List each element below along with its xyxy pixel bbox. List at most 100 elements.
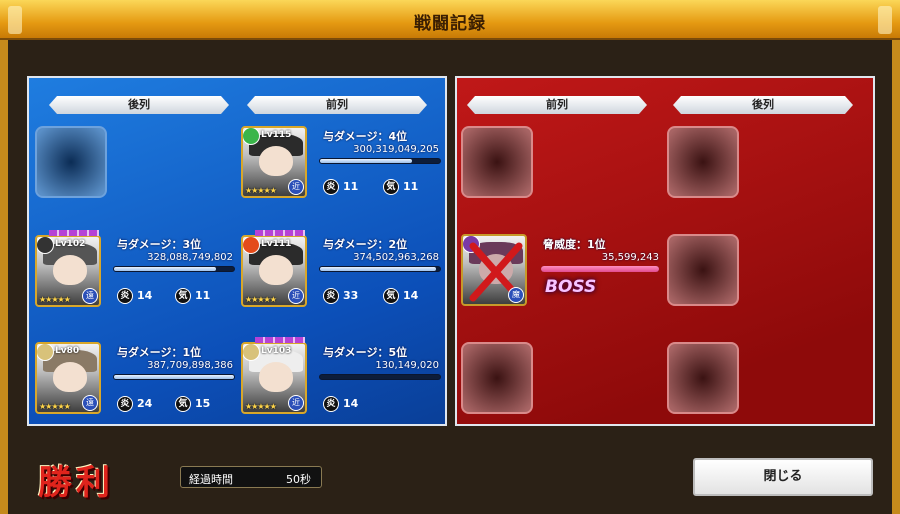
close-button[interactable]: 閉じる — [693, 458, 873, 496]
damage-value: 387,709,898,386 — [147, 360, 233, 371]
stat-flame: 炎 33 — [323, 288, 358, 304]
fire-element-icon — [243, 237, 260, 254]
rarity-stars: ★★★★★ — [245, 402, 277, 411]
stat-spirit: 気 14 — [383, 288, 418, 304]
damage-value: 130,149,020 — [375, 360, 439, 371]
damage-value: 328,088,749,802 — [147, 252, 233, 263]
ally-unit-portrait[interactable]: Lv80 ★★★★★ 遠 — [35, 342, 101, 414]
damage-rank: 与ダメージ：3位 — [117, 238, 202, 251]
title-bar: 戦闘記録 — [0, 0, 900, 40]
elapsed-time-label: 経過時間 — [189, 473, 233, 486]
role-badge: 近 — [288, 395, 304, 411]
battle-record-screen: 戦闘記録 後列 前列 Lv115 ★★★★★ 近 与ダメージ：4位 300,31… — [0, 0, 900, 514]
threat-bar-fill — [541, 266, 659, 272]
threat-value: 35,599,243 — [601, 252, 659, 263]
damage-bar-fill — [114, 267, 216, 271]
stat-spirit-value: 11 — [195, 289, 211, 302]
stat-flame-value: 24 — [137, 397, 153, 410]
dark-element-icon — [37, 237, 54, 254]
rarity-stars: ★★★★★ — [245, 186, 277, 195]
ally-unit-portrait[interactable]: Lv102 ★★★★★ 遠 — [35, 235, 101, 307]
spirit-icon: 気 — [175, 396, 191, 412]
enemy-back-row-header: 後列 — [673, 96, 853, 114]
stat-flame: 炎 24 — [117, 396, 152, 412]
portrait-face — [259, 146, 293, 176]
rank-pips — [255, 230, 305, 236]
rank-pips — [49, 230, 99, 236]
portrait-face — [259, 255, 293, 285]
stat-spirit: 気 11 — [175, 288, 210, 304]
spirit-icon: 気 — [383, 179, 399, 195]
stat-spirit: 気 15 — [175, 396, 210, 412]
ally-unit-portrait[interactable]: Lv115 ★★★★★ 近 — [241, 126, 307, 198]
light-element-icon — [243, 344, 260, 361]
stat-flame: 炎 14 — [323, 396, 358, 412]
unit-level: Lv80 — [55, 346, 80, 356]
flame-icon: 炎 — [323, 288, 339, 304]
elapsed-time-box: 経過時間 50秒 — [180, 466, 322, 488]
damage-bar-fill — [320, 159, 413, 163]
stat-spirit-value: 14 — [403, 289, 419, 302]
enemy-empty-slot[interactable] — [667, 234, 739, 306]
unit-level: Lv115 — [261, 130, 292, 140]
enemy-front-row-header: 前列 — [467, 96, 647, 114]
ally-back-row-header: 後列 — [49, 96, 229, 114]
wind-element-icon — [243, 128, 260, 145]
elapsed-time-value: 50秒 — [286, 473, 311, 486]
title-bar-right-ornament — [878, 6, 892, 34]
damage-bar — [113, 266, 235, 272]
rank-pips — [255, 337, 305, 343]
flame-icon: 炎 — [117, 396, 133, 412]
threat-rank: 脅威度：1位 — [543, 238, 606, 251]
enemy-empty-slot[interactable] — [461, 126, 533, 198]
damage-rank: 与ダメージ：5位 — [323, 346, 408, 359]
damage-value: 374,502,963,268 — [353, 252, 439, 263]
damage-rank: 与ダメージ：1位 — [117, 346, 202, 359]
damage-bar — [319, 374, 441, 380]
role-badge: 魔 — [508, 287, 524, 303]
stat-flame-value: 33 — [343, 289, 359, 302]
unit-level: Lv103 — [261, 346, 292, 356]
spirit-icon: 気 — [383, 288, 399, 304]
damage-rank: 与ダメージ：2位 — [323, 238, 408, 251]
rarity-stars: ★★★★★ — [39, 295, 71, 304]
flame-icon: 炎 — [323, 396, 339, 412]
role-badge: 遠 — [82, 288, 98, 304]
flame-icon: 炎 — [323, 179, 339, 195]
enemy-empty-slot[interactable] — [667, 126, 739, 198]
spirit-icon: 気 — [175, 288, 191, 304]
damage-bar — [319, 266, 441, 272]
portrait-face — [53, 255, 87, 285]
damage-bar-fill — [320, 267, 437, 271]
boss-badge: BOSS — [545, 277, 597, 297]
damage-bar — [113, 374, 235, 380]
damage-rank: 与ダメージ：4位 — [323, 130, 408, 143]
stat-spirit: 気 11 — [383, 179, 418, 195]
rarity-stars: ★★★★★ — [39, 402, 71, 411]
ally-panel: 後列 前列 Lv115 ★★★★★ 近 与ダメージ：4位 300,319,049… — [27, 76, 447, 426]
unit-level: Lv102 — [55, 239, 86, 249]
damage-bar-fill — [114, 375, 234, 379]
window-title: 戦闘記録 — [414, 14, 486, 34]
role-badge: 近 — [288, 179, 304, 195]
threat-bar — [541, 266, 659, 272]
enemy-empty-slot[interactable] — [667, 342, 739, 414]
boss-portrait[interactable]: 魔 — [461, 234, 527, 306]
unit-level: Lv111 — [261, 239, 292, 249]
ally-empty-slot[interactable] — [35, 126, 107, 198]
stat-flame: 炎 14 — [117, 288, 152, 304]
stat-flame-value: 11 — [343, 180, 359, 193]
light-element-icon — [37, 344, 54, 361]
role-badge: 遠 — [82, 395, 98, 411]
portrait-face — [53, 362, 87, 392]
stat-spirit-value: 11 — [403, 180, 419, 193]
stat-flame-value: 14 — [137, 289, 153, 302]
damage-value: 300,319,049,205 — [353, 144, 439, 155]
ally-unit-portrait[interactable]: Lv103 ★★★★★ 近 — [241, 342, 307, 414]
role-badge: 近 — [288, 288, 304, 304]
ally-unit-portrait[interactable]: Lv111 ★★★★★ 近 — [241, 235, 307, 307]
enemy-empty-slot[interactable] — [461, 342, 533, 414]
flame-icon: 炎 — [117, 288, 133, 304]
stat-flame-value: 14 — [343, 397, 359, 410]
enemy-panel: 前列 後列 魔 脅威度：1位 35,599,243 — [455, 76, 875, 426]
